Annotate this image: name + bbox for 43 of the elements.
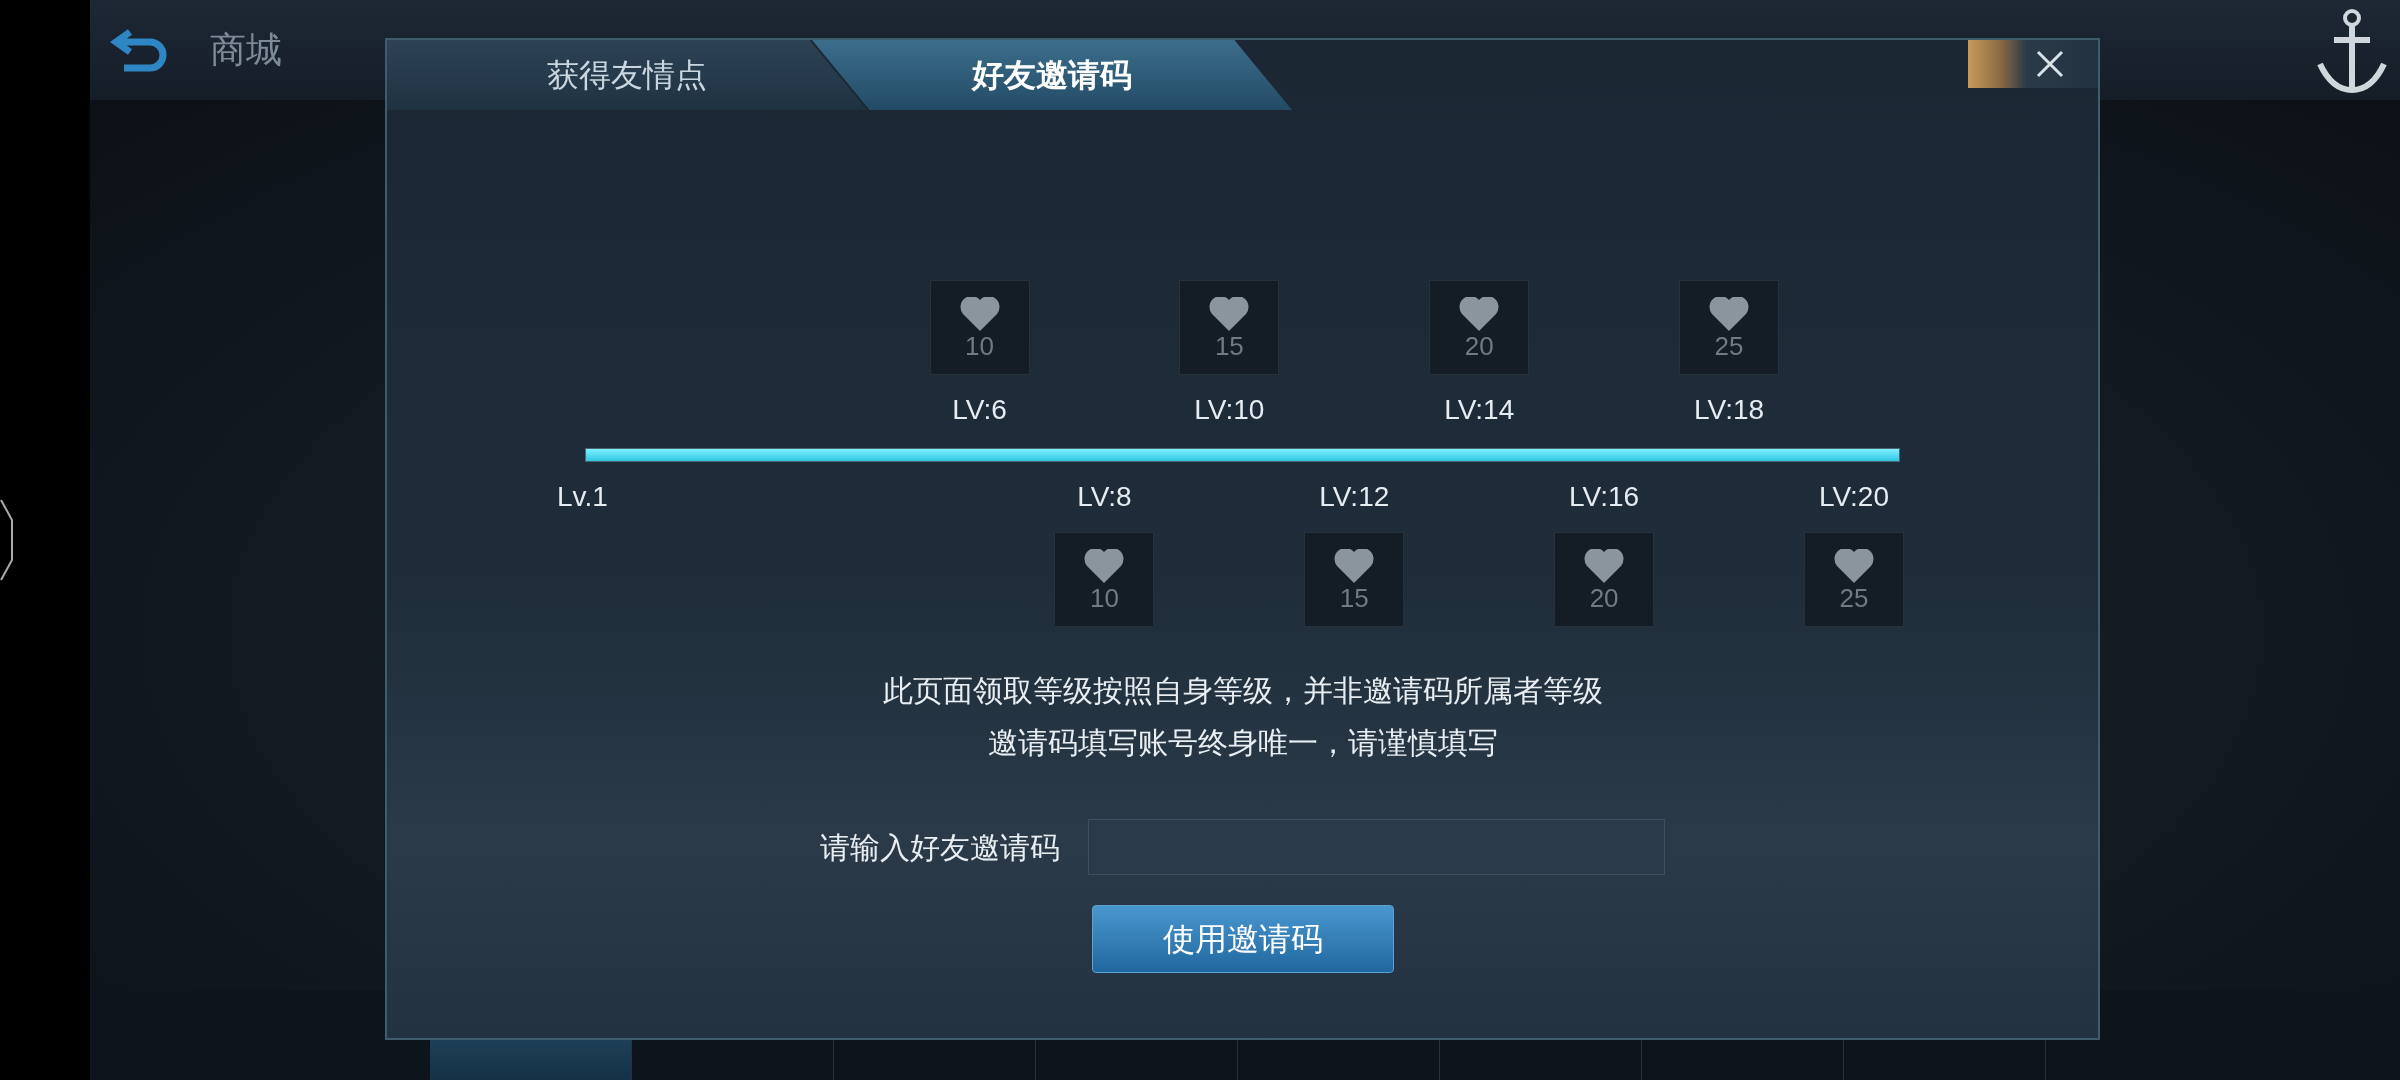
- level-label: LV:10: [1194, 393, 1265, 427]
- reward-box[interactable]: 20: [1554, 532, 1655, 627]
- reward-box[interactable]: 10: [1054, 532, 1155, 627]
- close-icon: [2035, 49, 2065, 79]
- level-label: LV:6: [952, 393, 1007, 427]
- use-code-button[interactable]: 使用邀请码: [1091, 905, 1394, 973]
- reward-count: 25: [1839, 584, 1869, 611]
- reward-box[interactable]: 15: [1179, 280, 1280, 375]
- level-label: LV:18: [1694, 393, 1765, 427]
- heart-icon: [959, 296, 1000, 333]
- reward-count: 15: [1214, 332, 1244, 359]
- reward-count: 20: [1589, 584, 1619, 611]
- invite-code-field[interactable]: [1088, 819, 1665, 875]
- level-label: LV:14: [1444, 393, 1515, 427]
- level-label: LV:12: [1319, 480, 1390, 514]
- heart-icon: [1584, 548, 1625, 585]
- reward-box[interactable]: 15: [1304, 532, 1405, 627]
- reward-box[interactable]: 10: [929, 280, 1030, 375]
- reward-box[interactable]: 25: [1803, 532, 1904, 627]
- level-label: Lv.1: [557, 480, 608, 514]
- reward-box[interactable]: 20: [1429, 280, 1530, 375]
- close-button[interactable]: [1968, 40, 2098, 88]
- reward-box[interactable]: 25: [1679, 280, 1780, 375]
- notice-text: 邀请码填写账号终身唯一，请谨慎填写: [986, 725, 1499, 761]
- heart-icon: [1833, 548, 1874, 585]
- reward-count: 10: [1089, 584, 1119, 611]
- level-label: LV:16: [1569, 480, 1640, 514]
- reward-count: 20: [1464, 332, 1494, 359]
- heart-icon: [1209, 296, 1250, 333]
- reward-count: 15: [1339, 584, 1369, 611]
- reward-count: 25: [1714, 332, 1744, 359]
- notice-text: 此页面领取等级按照自身等级，并非邀请码所属者等级: [881, 673, 1604, 709]
- heart-icon: [1084, 548, 1125, 585]
- heart-icon: [1709, 296, 1750, 333]
- level-label: LV:20: [1818, 480, 1889, 514]
- heart-icon: [1334, 548, 1375, 585]
- level-label: LV:8: [1077, 480, 1132, 514]
- invite-label: 请输入好友邀请码: [820, 829, 1060, 866]
- heart-icon: [1459, 296, 1500, 333]
- tab[interactable]: 获得友情点: [387, 40, 867, 110]
- shop-title: 商城: [210, 28, 282, 72]
- tab[interactable]: 好友邀请码: [812, 40, 1292, 110]
- reward-count: 10: [965, 332, 994, 359]
